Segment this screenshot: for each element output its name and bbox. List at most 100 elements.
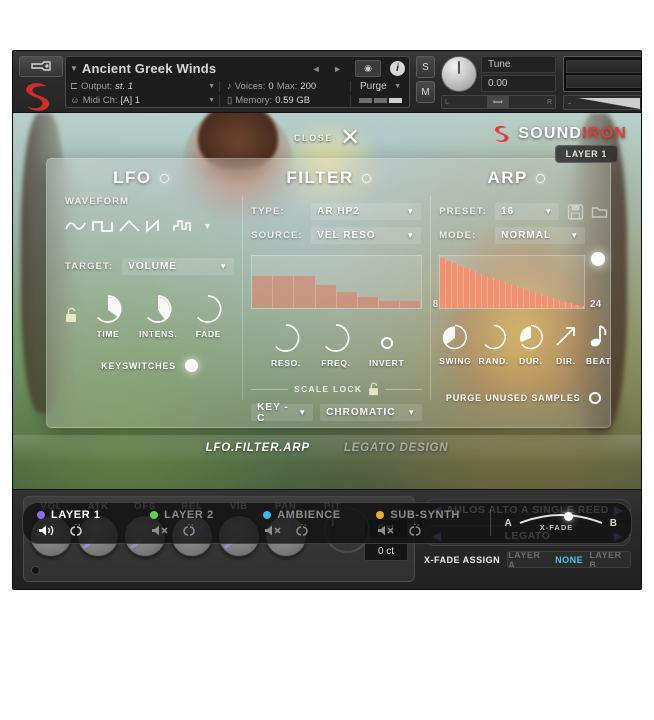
- arp-steps-handle[interactable]: [591, 252, 605, 266]
- speaker-mute-icon[interactable]: [377, 524, 395, 537]
- mute-button[interactable]: M: [416, 81, 435, 103]
- saw-wave-icon[interactable]: [146, 216, 168, 236]
- arp-knob-swing[interactable]: SWING: [439, 322, 471, 366]
- chevron-down-icon[interactable]: ▼: [394, 83, 405, 90]
- triangle-wave-icon[interactable]: [119, 216, 141, 236]
- graph-bar[interactable]: [294, 276, 315, 308]
- info-icon[interactable]: i: [390, 61, 405, 76]
- sine-wave-icon[interactable]: [65, 216, 87, 236]
- arp-power-led[interactable]: [536, 174, 545, 183]
- invert-led[interactable]: [381, 337, 393, 349]
- link-icon[interactable]: [294, 524, 310, 537]
- voices-cell: ♪ Voices: 0 Max: 200: [223, 81, 351, 92]
- close-x-icon[interactable]: ✕: [340, 129, 360, 147]
- lfo-knob-time[interactable]: TIME: [91, 293, 125, 339]
- pitch-cents[interactable]: 0 ct: [364, 542, 408, 561]
- xfade-assign-layer-b[interactable]: LAYER B: [589, 552, 630, 567]
- graph-bar[interactable]: [273, 276, 294, 308]
- layer-tab-2[interactable]: LAYER 2: [150, 509, 263, 537]
- output-cell[interactable]: ⊏ Output: st. 1 ▼: [70, 81, 220, 92]
- xfade-handle[interactable]: [564, 512, 573, 521]
- graph-bar[interactable]: [252, 276, 273, 308]
- target-dropdown[interactable]: VOLUME ▼: [122, 258, 234, 275]
- graph-bar[interactable]: [337, 292, 358, 308]
- soundiron-s-mark: [492, 123, 512, 145]
- filter-knob-reso[interactable]: RESO.: [269, 322, 303, 368]
- tab-lfo-filter-arp[interactable]: LFO.FILTER.ARP: [206, 442, 310, 454]
- filter-power-led[interactable]: [362, 174, 371, 183]
- lfo-knob-fade[interactable]: FADE: [191, 293, 225, 339]
- filter-type-dropdown[interactable]: AR HP2 ▼: [311, 203, 421, 220]
- filter-knob-freq[interactable]: FREQ.: [319, 322, 353, 368]
- link-icon[interactable]: [181, 524, 197, 537]
- save-icon[interactable]: [567, 204, 584, 220]
- graph-bar[interactable]: [578, 306, 584, 308]
- key-dropdown[interactable]: KEY - C ▼: [251, 404, 313, 421]
- filter-source-dropdown[interactable]: VEL RESO ▼: [311, 227, 421, 244]
- speaker-on-icon[interactable]: [38, 524, 56, 537]
- arp-mode-label: MODE:: [439, 230, 487, 241]
- arp-mode-dropdown[interactable]: NORMAL ▼: [495, 227, 585, 244]
- scale-dropdown[interactable]: CHROMATIC ▼: [320, 404, 422, 421]
- solo-button[interactable]: S: [416, 56, 435, 78]
- purge-unused-toggle[interactable]: [589, 392, 601, 404]
- graph-bar[interactable]: [316, 285, 337, 308]
- unlock-icon[interactable]: [368, 382, 379, 396]
- filter-step-graph[interactable]: 8: [251, 255, 422, 309]
- layer-badge[interactable]: LAYER 1: [555, 145, 618, 163]
- layer-tab-4[interactable]: SUB-SYNTH: [376, 509, 489, 537]
- tab-legato-design[interactable]: LEGATO DESIGN: [344, 442, 449, 454]
- purge-unused-row[interactable]: PURGE UNUSED SAMPLES: [439, 392, 608, 404]
- pan-center-handle[interactable]: ⟺: [487, 96, 509, 108]
- midi-cell[interactable]: ☺ Midi Ch: [A] 1 ▼: [70, 95, 220, 106]
- arp-direction-button[interactable]: DIR.: [553, 323, 579, 366]
- lfo-knob-intensity[interactable]: INTENS.: [139, 293, 177, 339]
- xfade-control[interactable]: A X-FADE B: [490, 510, 617, 536]
- memory-cell: ▯ Memory: 0.59 GB: [223, 95, 351, 106]
- random-wave-icon[interactable]: [173, 216, 195, 236]
- filter-invert-toggle[interactable]: INVERT: [369, 337, 404, 368]
- arp-preset-dropdown[interactable]: 16 ▼: [495, 203, 559, 220]
- chevron-down-icon[interactable]: ▼: [208, 97, 219, 104]
- folder-icon[interactable]: [591, 204, 608, 220]
- xfade-assign-none[interactable]: NONE: [549, 552, 590, 567]
- layer-tab-1[interactable]: LAYER 1: [37, 509, 150, 537]
- link-icon[interactable]: [407, 524, 423, 537]
- instrument-name: Ancient Greek Winds: [82, 61, 308, 76]
- wrench-icon[interactable]: [19, 56, 63, 77]
- graph-bar[interactable]: [358, 297, 379, 308]
- speaker-mute-icon[interactable]: [264, 524, 282, 537]
- chevron-down-icon[interactable]: ▼: [208, 83, 219, 90]
- arp-beat-button[interactable]: BEAT: [586, 323, 611, 366]
- volume-minus-label[interactable]: -: [568, 98, 571, 108]
- link-icon[interactable]: [68, 524, 84, 537]
- tune-value[interactable]: 0.00: [481, 75, 556, 92]
- speaker-mute-icon[interactable]: [151, 524, 169, 537]
- graph-bar[interactable]: [400, 301, 421, 308]
- purge-button[interactable]: Purge: [354, 81, 387, 92]
- pan-slider[interactable]: L ⟺ R: [441, 95, 556, 109]
- chevron-down-icon[interactable]: ▼: [70, 64, 78, 73]
- volume-slider[interactable]: - +: [563, 95, 642, 110]
- keyswitches-row[interactable]: KEYSWITCHES: [65, 359, 234, 372]
- tune-knob[interactable]: [441, 56, 477, 92]
- xfade-assign-layer-a[interactable]: LAYER A: [508, 552, 549, 567]
- square-wave-icon[interactable]: [92, 216, 114, 236]
- chevron-down-icon[interactable]: ▼: [203, 221, 212, 231]
- layer-header: AMBIENCE: [263, 509, 376, 521]
- layer-tab-3[interactable]: AMBIENCE: [263, 509, 376, 537]
- camera-icon[interactable]: ◉: [355, 60, 381, 77]
- layer-controls: [150, 524, 263, 537]
- graph-bar[interactable]: [379, 301, 400, 308]
- keyswitches-toggle[interactable]: [185, 359, 198, 372]
- preset-nav-arrows[interactable]: ◄ ►: [312, 64, 347, 74]
- lfo-power-led[interactable]: [160, 174, 169, 183]
- section-title-lfo: LFO: [47, 168, 235, 188]
- arp-knob-rand[interactable]: RAND.: [478, 322, 508, 366]
- arp-knob-dur[interactable]: DUR.: [516, 322, 546, 366]
- unlock-icon[interactable]: [65, 307, 77, 323]
- soundiron-logo: SOUNDIRON: [492, 123, 627, 145]
- arp-step-graph[interactable]: 24: [439, 255, 585, 309]
- xfade-slider[interactable]: X-FADE: [518, 510, 604, 536]
- knob-label: DUR.: [519, 356, 543, 366]
